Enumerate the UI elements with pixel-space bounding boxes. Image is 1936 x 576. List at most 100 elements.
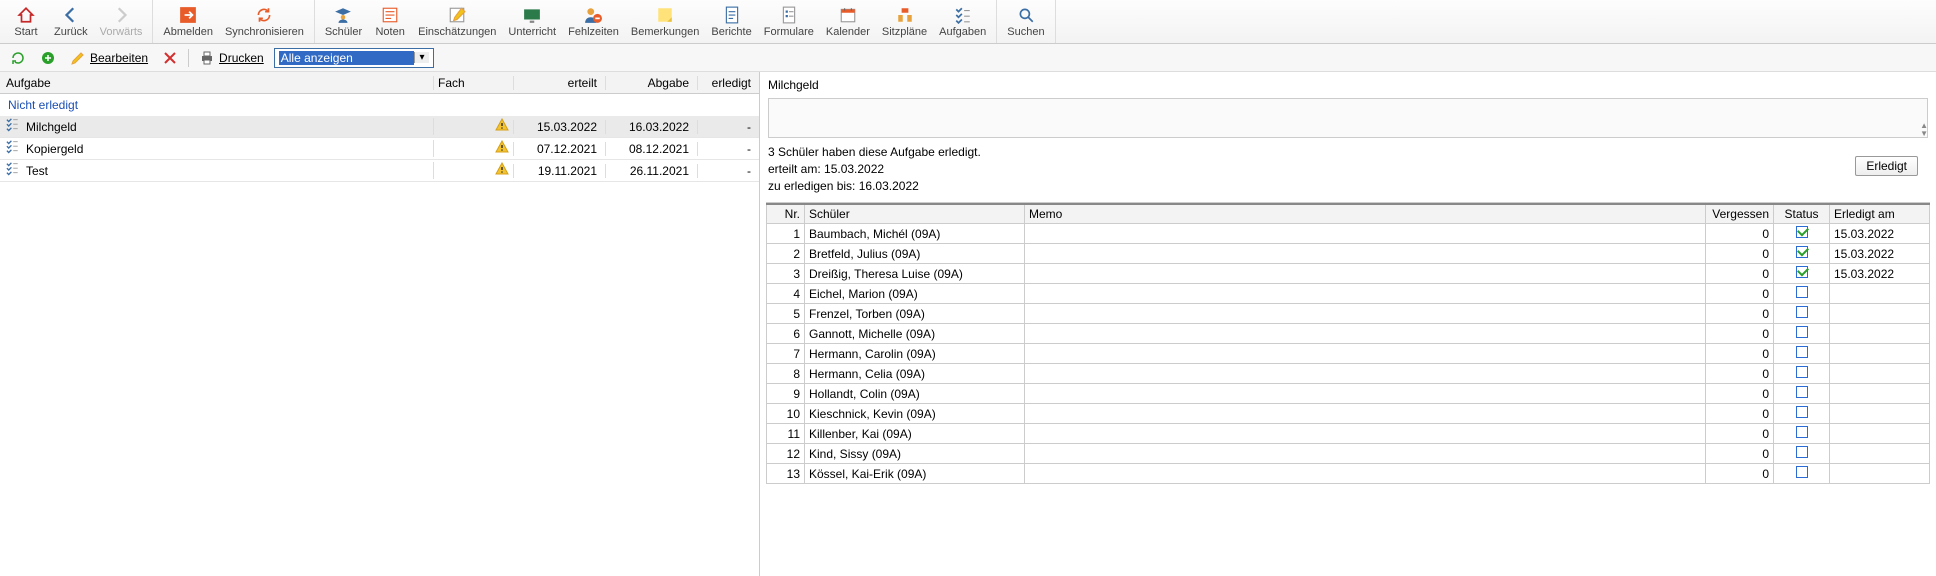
checkbox-icon[interactable] [1796, 246, 1808, 258]
student-memo[interactable] [1025, 424, 1706, 444]
student-status-cell[interactable] [1774, 424, 1830, 444]
student-nr: 10 [767, 404, 805, 424]
forward-button[interactable]: Vorwärts [94, 2, 149, 42]
student-status-cell[interactable] [1774, 264, 1830, 284]
refresh-button[interactable] [6, 48, 30, 68]
checkbox-icon[interactable] [1796, 366, 1808, 378]
task-row[interactable]: Milchgeld15.03.202216.03.2022- [0, 116, 759, 138]
student-memo[interactable] [1025, 404, 1706, 424]
logout-button[interactable]: Abmelden [157, 2, 219, 42]
student-memo[interactable] [1025, 264, 1706, 284]
student-status-cell[interactable] [1774, 444, 1830, 464]
student-row[interactable]: 8Hermann, Celia (09A)0 [767, 364, 1930, 384]
checkbox-icon[interactable] [1796, 226, 1808, 238]
forms-button[interactable]: Formulare [758, 2, 820, 42]
student-status-cell[interactable] [1774, 244, 1830, 264]
edit-button[interactable]: Bearbeiten [66, 48, 152, 68]
student-memo[interactable] [1025, 344, 1706, 364]
th-memo[interactable]: Memo [1025, 204, 1706, 224]
student-name: Kind, Sissy (09A) [805, 444, 1025, 464]
th-status[interactable]: Status [1774, 204, 1830, 224]
student-row[interactable]: 6Gannott, Michelle (09A)0 [767, 324, 1930, 344]
checkbox-icon[interactable] [1796, 466, 1808, 478]
student-memo[interactable] [1025, 364, 1706, 384]
student-row[interactable]: 9Hollandt, Colin (09A)0 [767, 384, 1930, 404]
delete-button[interactable] [158, 48, 182, 68]
tasks-button[interactable]: Aufgaben [933, 2, 992, 42]
checkbox-icon[interactable] [1796, 346, 1808, 358]
student-memo[interactable] [1025, 324, 1706, 344]
student-memo[interactable] [1025, 284, 1706, 304]
student-row[interactable]: 2Bretfeld, Julius (09A)015.03.2022 [767, 244, 1930, 264]
student-status-cell[interactable] [1774, 284, 1830, 304]
checkbox-icon[interactable] [1796, 426, 1808, 438]
checkbox-icon[interactable] [1796, 406, 1808, 418]
grades-button[interactable]: Noten [368, 2, 412, 42]
students-button[interactable]: Schüler [319, 2, 368, 42]
task-table-header: Aufgabe Fach erteilt Abgabe erledigt [0, 72, 759, 94]
sync-button[interactable]: Synchronisieren [219, 2, 310, 42]
absences-button[interactable]: Fehlzeiten [562, 2, 625, 42]
filter-dropdown[interactable]: Alle anzeigen ▾ [274, 48, 434, 68]
student-row[interactable]: 4Eichel, Marion (09A)0 [767, 284, 1930, 304]
student-status-cell[interactable] [1774, 404, 1830, 424]
th-erledigt-am[interactable]: Erledigt am [1830, 204, 1930, 224]
student-status-cell[interactable] [1774, 464, 1830, 484]
calendar-button[interactable]: Kalender [820, 2, 876, 42]
task-group-header[interactable]: Nicht erledigt [0, 94, 759, 116]
student-status-cell[interactable] [1774, 324, 1830, 344]
task-row[interactable]: Test19.11.202126.11.2021- [0, 160, 759, 182]
col-task-header[interactable]: Aufgabe [0, 76, 433, 90]
student-row[interactable]: 3Dreißig, Theresa Luise (09A)015.03.2022 [767, 264, 1930, 284]
student-memo[interactable] [1025, 384, 1706, 404]
lessons-button[interactable]: Unterricht [502, 2, 562, 42]
print-button[interactable]: Drucken [195, 48, 268, 68]
warning-icon [495, 140, 509, 157]
student-memo[interactable] [1025, 304, 1706, 324]
search-button[interactable]: Suchen [1001, 2, 1050, 42]
description-textarea[interactable] [768, 98, 1928, 138]
assessments-button[interactable]: Einschätzungen [412, 2, 502, 42]
student-memo[interactable] [1025, 444, 1706, 464]
student-row[interactable]: 13Kössel, Kai-Erik (09A)0 [767, 464, 1930, 484]
checkbox-icon[interactable] [1796, 286, 1808, 298]
th-vergessen[interactable]: Vergessen [1706, 204, 1774, 224]
col-due-header[interactable]: Abgabe [605, 76, 697, 90]
student-row[interactable]: 5Frenzel, Torben (09A)0 [767, 304, 1930, 324]
main-toolbar: Start Zurück Vorwärts Abmelden Synchro [0, 0, 1936, 44]
notes-button[interactable]: Bemerkungen [625, 2, 706, 42]
task-row[interactable]: Kopiergeld07.12.202108.12.2021- [0, 138, 759, 160]
mark-done-button[interactable]: Erledigt [1855, 156, 1918, 176]
start-button[interactable]: Start [4, 2, 48, 42]
student-row[interactable]: 7Hermann, Carolin (09A)0 [767, 344, 1930, 364]
reports-button[interactable]: Berichte [705, 2, 757, 42]
col-subject-header[interactable]: Fach [433, 76, 513, 90]
student-row[interactable]: 11Killenber, Kai (09A)0 [767, 424, 1930, 444]
th-name[interactable]: Schüler [805, 204, 1025, 224]
student-status-cell[interactable] [1774, 224, 1830, 244]
student-memo[interactable] [1025, 244, 1706, 264]
th-nr[interactable]: Nr. [767, 204, 805, 224]
student-status-cell[interactable] [1774, 384, 1830, 404]
checkbox-icon[interactable] [1796, 446, 1808, 458]
student-status-cell[interactable] [1774, 344, 1830, 364]
add-button[interactable] [36, 48, 60, 68]
col-assigned-header[interactable]: erteilt [513, 76, 605, 90]
student-memo[interactable] [1025, 224, 1706, 244]
student-row[interactable]: 12Kind, Sissy (09A)0 [767, 444, 1930, 464]
checkbox-icon[interactable] [1796, 326, 1808, 338]
student-row[interactable]: 10Kieschnick, Kevin (09A)0 [767, 404, 1930, 424]
checkbox-icon[interactable] [1796, 306, 1808, 318]
student-memo[interactable] [1025, 464, 1706, 484]
student-status-cell[interactable] [1774, 304, 1830, 324]
checkbox-icon[interactable] [1796, 266, 1808, 278]
textarea-scroll[interactable]: ▲ ▼ [1920, 122, 1928, 138]
scroll-down-icon[interactable]: ▼ [1920, 130, 1928, 138]
student-row[interactable]: 1Baumbach, Michél (09A)015.03.2022 [767, 224, 1930, 244]
edit-label: Bearbeiten [90, 51, 148, 65]
checkbox-icon[interactable] [1796, 386, 1808, 398]
col-done-header[interactable]: erledigt [697, 76, 759, 90]
back-button[interactable]: Zurück [48, 2, 94, 42]
student-status-cell[interactable] [1774, 364, 1830, 384]
seating-button[interactable]: Sitzpläne [876, 2, 933, 42]
